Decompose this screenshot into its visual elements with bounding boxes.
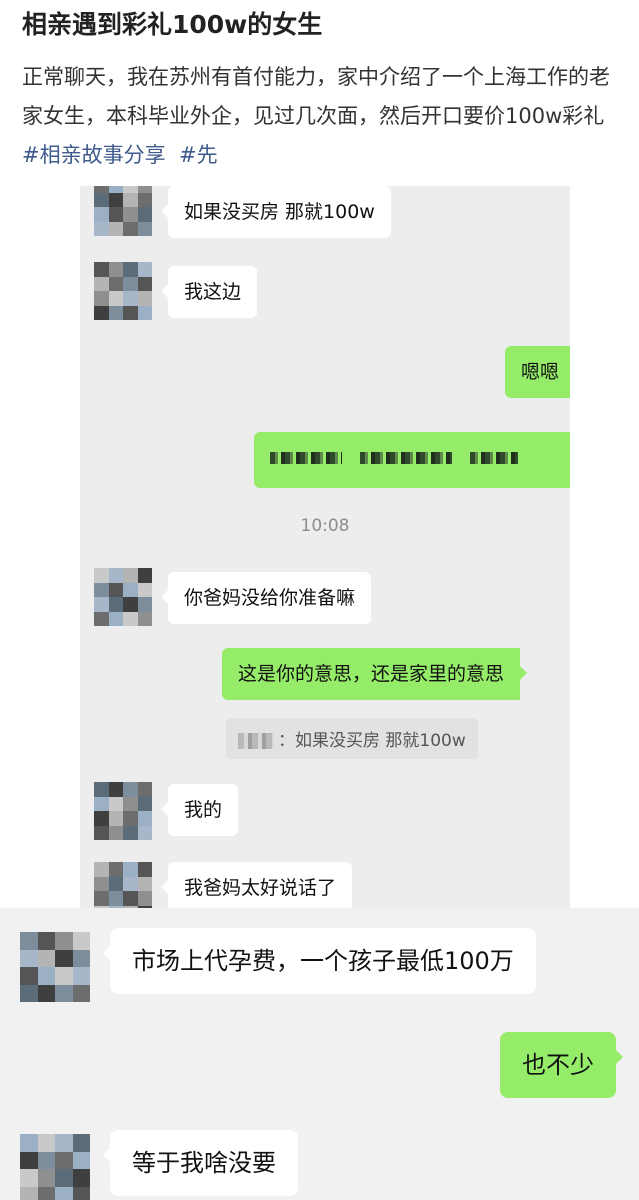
hashtag-link[interactable]: #先 (179, 143, 218, 167)
contact-avatar (94, 862, 152, 908)
contact-avatar (20, 1134, 90, 1200)
outgoing-message: 嗯嗯 (505, 346, 570, 398)
outgoing-message: 也不少 (500, 1032, 623, 1098)
chat-screenshot: 如果没买房 那就100w 我这边 嗯嗯 10:08 你爸妈没给你准备嘛 这是你的… (80, 186, 570, 908)
description-text: 正常聊天，我在苏州有首付能力，家中介绍了一个上海工作的老家女生，本科毕业外企，见… (22, 65, 610, 128)
incoming-message: 你爸妈没给你准备嘛 (160, 572, 372, 624)
outgoing-message: 这是你的意思，还是家里的意思 (222, 648, 528, 700)
incoming-message: 如果没买房 那就100w (161, 186, 391, 238)
post-title: 相亲遇到彩礼100w的女生 (22, 10, 323, 39)
incoming-message: 我这边 (160, 266, 258, 318)
message-timestamp: 10:08 (300, 516, 350, 536)
blurred-name (238, 733, 274, 749)
incoming-message: 我的 (160, 784, 239, 836)
hashtag-link[interactable]: #相亲故事分享 (22, 143, 166, 167)
quote-text: ：如果没买房 那就100w (278, 731, 466, 751)
contact-avatar (94, 782, 152, 840)
pixelated-text (270, 446, 558, 470)
incoming-message: 市场上代孕费，一个孩子最低100万 (103, 928, 536, 994)
incoming-message: 我爸妈太好说话了 (160, 862, 353, 908)
quoted-reply: ：如果没买房 那就100w (226, 718, 478, 759)
contact-avatar (94, 568, 152, 626)
outgoing-message-pixelated (254, 432, 570, 488)
chat-screenshot-2: 市场上代孕费，一个孩子最低100万 也不少 等于我啥没要 (0, 908, 639, 1200)
post-description: 正常聊天，我在苏州有首付能力，家中介绍了一个上海工作的老家女生，本科毕业外企，见… (22, 58, 622, 186)
incoming-message: 等于我啥没要 (103, 1130, 298, 1196)
contact-avatar (94, 262, 152, 320)
contact-avatar (20, 932, 90, 1002)
contact-avatar (94, 186, 152, 236)
